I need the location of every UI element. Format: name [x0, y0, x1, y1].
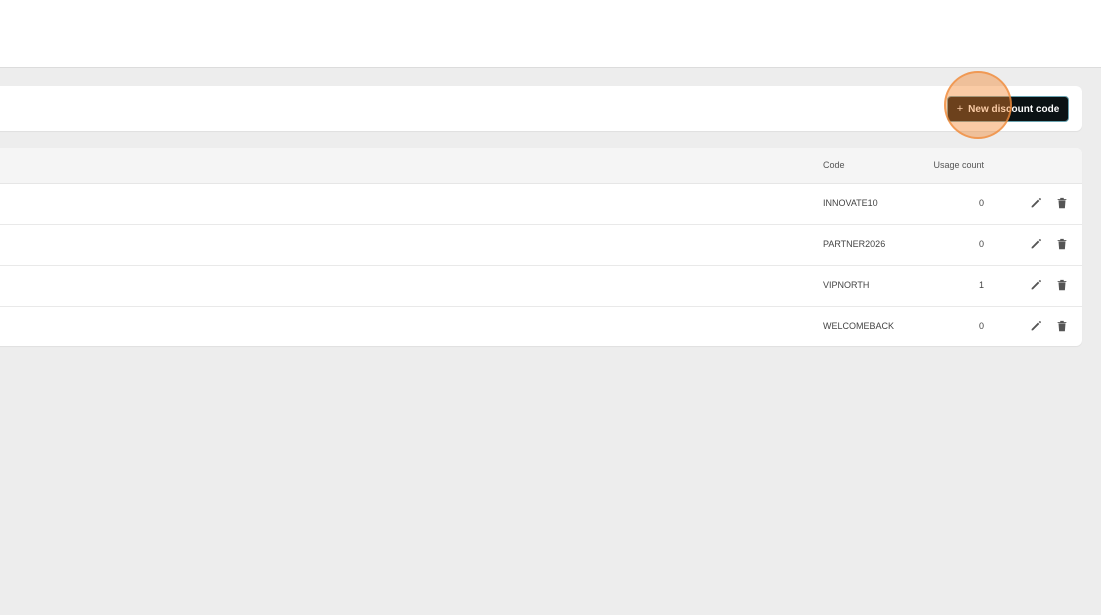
pencil-icon[interactable] — [1029, 278, 1043, 292]
toolbar-card — [0, 86, 1082, 131]
column-header-usage-count[interactable]: Usage count — [870, 160, 984, 170]
code-cell: VIPNORTH — [823, 280, 870, 290]
table-row[interactable]: VIPNORTH 1 — [0, 266, 1082, 307]
usage-count-cell: 1 — [978, 280, 984, 290]
usage-count-cell: 0 — [978, 198, 984, 208]
pencil-icon[interactable] — [1029, 319, 1043, 333]
pencil-icon[interactable] — [1029, 237, 1043, 251]
new-discount-code-button[interactable]: + New discount code — [947, 96, 1069, 122]
usage-count-cell: 0 — [978, 321, 984, 331]
usage-count-cell: 0 — [978, 239, 984, 249]
pencil-icon[interactable] — [1029, 196, 1043, 210]
trash-icon[interactable] — [1055, 196, 1069, 210]
column-header-code[interactable]: Code — [823, 160, 845, 170]
table-header: Code Usage count — [0, 148, 1082, 184]
trash-icon[interactable] — [1055, 319, 1069, 333]
plus-icon: + — [956, 103, 964, 115]
table-row[interactable]: WELCOMEBACK 0 — [0, 307, 1082, 346]
table-row[interactable]: PARTNER2026 0 — [0, 225, 1082, 266]
discount-codes-table: Code Usage count INNOVATE10 0 PARTNER202… — [0, 148, 1082, 346]
trash-icon[interactable] — [1055, 278, 1069, 292]
top-bar — [0, 0, 1101, 68]
table-row[interactable]: INNOVATE10 0 — [0, 184, 1082, 225]
trash-icon[interactable] — [1055, 237, 1069, 251]
new-discount-code-label: New discount code — [968, 103, 1060, 115]
